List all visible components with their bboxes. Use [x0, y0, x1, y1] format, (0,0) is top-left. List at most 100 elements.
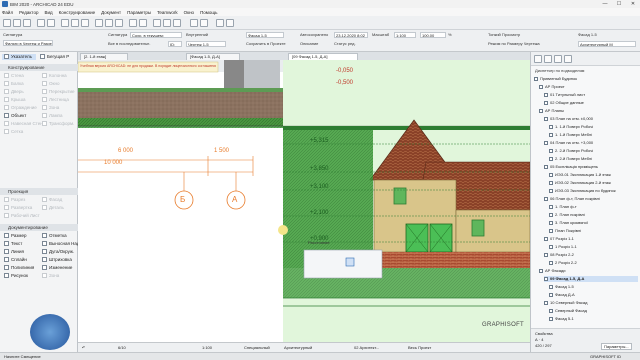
navigator-item[interactable]: ИЭЗ-01 Экспликация 1-й этаж [549, 172, 638, 178]
menu-options[interactable]: Параметры [127, 10, 151, 15]
field-value-3[interactable]: Чертеж 1-5 [186, 41, 226, 47]
field-value-4[interactable]: Фасад 1-5 [246, 32, 284, 38]
tool-0-9[interactable]: Зона [42, 105, 59, 111]
tool-0-13[interactable]: Трансформ. [42, 121, 74, 127]
navigator-item[interactable]: 01 Титульный лист [544, 92, 638, 98]
new-file-icon[interactable] [3, 19, 11, 27]
menu-document[interactable]: Документ [101, 10, 121, 15]
menu-window[interactable]: Окно [184, 10, 194, 15]
navigator-item[interactable]: Фасад 5-1 [549, 316, 638, 322]
undo-icon[interactable]: ↶ [82, 345, 85, 350]
scale-indicator[interactable]: 1:100 [202, 345, 212, 350]
navigator-item[interactable]: 1 Розріз 1-1 [549, 244, 638, 250]
tool-2-0[interactable]: Размер [4, 233, 26, 239]
tool-2-11[interactable]: Зона [42, 273, 59, 279]
3d-view-icon[interactable] [61, 19, 69, 27]
scale-field[interactable]: 1:100 [394, 32, 416, 38]
teamwork-icon[interactable] [190, 19, 198, 27]
navigator-item[interactable]: 07 Розріз 1-1 [544, 236, 638, 242]
view-filter-select[interactable]: Фильтр в Чертеж и Разрезах [3, 40, 53, 46]
navigator-item[interactable]: 2. 2-й Поверх Меблі [549, 156, 638, 162]
navigator-item[interactable]: 1. План ф-т [549, 204, 638, 210]
tab-facade-layout[interactable]: [09 Фасад 1-5, Д-А] [288, 53, 358, 60]
project-map-icon[interactable] [534, 55, 542, 63]
tool-0-11[interactable]: Лампа [42, 113, 63, 119]
navigator-item[interactable]: 02 Общие данные [544, 100, 638, 106]
navigator-item[interactable]: АР Планы [539, 108, 638, 114]
menu-design[interactable]: Конструирование [59, 10, 96, 15]
layers-icon[interactable] [173, 19, 181, 27]
navigator-item[interactable]: Фасад 1-5 [549, 284, 638, 290]
navigator-item[interactable]: ИЭЗ-02 Экспликация 2-й этаж [549, 180, 638, 186]
floor-plan-icon[interactable] [71, 19, 79, 27]
navigator-item[interactable]: Фасад Д-А [549, 292, 638, 298]
menu-teamwork[interactable]: Teamwork [157, 10, 178, 15]
undo-icon[interactable] [37, 19, 45, 27]
tool-2-10[interactable]: Рисунок [4, 273, 28, 279]
tool-0-0[interactable]: Стена [4, 73, 24, 79]
navigator-item[interactable]: АР Проект [539, 84, 638, 90]
tool-0-5[interactable]: Перекрытие [42, 89, 75, 95]
section-document[interactable]: Документирование [0, 224, 78, 231]
navigator-item[interactable]: Северный Фасад [549, 308, 638, 314]
close-button[interactable]: ✕ [626, 0, 640, 8]
maximize-button[interactable]: ☐ [612, 0, 626, 8]
navigator-item[interactable]: 10 Северный Фасад [544, 300, 638, 306]
navigator-item[interactable]: АР Фасади [539, 268, 638, 274]
settings-button[interactable]: Параметры... [601, 343, 632, 350]
save-in-project-checkbox[interactable]: Сохранить в Проекте [246, 41, 286, 46]
navigator-item[interactable]: 03 План на отм. ±0,000 [544, 116, 638, 122]
navigator-item[interactable]: 04 План на отм. +3,000 [544, 140, 638, 146]
marquee-tool[interactable]: Бегущая Р [40, 54, 69, 60]
tool-0-4[interactable]: Дверь [4, 89, 24, 95]
layout-book-icon[interactable] [554, 55, 562, 63]
section-viewpoints[interactable]: Проекция [0, 188, 78, 195]
tool-2-2[interactable]: Текст [4, 241, 22, 247]
navigator-item[interactable]: 2 Розріз 2-2 [549, 260, 638, 266]
publisher-icon[interactable] [564, 55, 572, 63]
navigator-item[interactable]: 1. 1-й Поверх Меблі [549, 132, 638, 138]
zoom-field[interactable]: 100.00 [420, 32, 446, 38]
tool-2-4[interactable]: Линия [4, 249, 24, 255]
tool-0-10[interactable]: Объект [4, 113, 26, 119]
layer-combo-select[interactable]: Специальный [244, 345, 270, 350]
tool-2-5[interactable]: Дуга/Окруж. [42, 249, 74, 255]
navigator-item[interactable]: 08 Розріз 2-2 [544, 252, 638, 258]
tool-2-6[interactable]: Сплайн [4, 257, 27, 263]
tool-0-8[interactable]: Ограждение [4, 105, 37, 111]
model-view-select[interactable]: Архитектурный [284, 345, 312, 350]
zoom-in-icon[interactable] [95, 19, 103, 27]
menu-help[interactable]: Помощь [200, 10, 217, 15]
navigator-item[interactable]: 2. План покрівлі [549, 212, 638, 218]
tool-2-1[interactable]: Отметка [42, 233, 67, 239]
tool-0-7[interactable]: Лестница [42, 97, 69, 103]
grid-snap-icon[interactable] [163, 19, 171, 27]
set-select[interactable]: Весь Проект [408, 345, 431, 350]
tab-floor-1[interactable]: [2. 1-й этаж] [80, 53, 128, 60]
tool-1-4[interactable]: Рабочий Лист [4, 213, 40, 219]
model-view-select[interactable]: Архитектурный М [578, 41, 636, 47]
magic-wand-icon[interactable] [129, 19, 137, 27]
view-map-icon[interactable] [544, 55, 552, 63]
navigator-item[interactable]: 2. 2-й Поверх Робочі [549, 148, 638, 154]
tool-0-2[interactable]: Балка [4, 81, 24, 87]
tool-0-12[interactable]: Навесная Стена [4, 121, 45, 127]
navigator-item[interactable]: 05 Експлікація приміщень [544, 164, 638, 170]
open-file-icon[interactable] [13, 19, 21, 27]
navigator-item[interactable]: Приватный Будинок [534, 76, 638, 82]
menu-view[interactable]: Вид [44, 10, 52, 15]
zoom-out-icon[interactable] [105, 19, 113, 27]
tab-facade[interactable]: [Фасад 1-5, Д-А] [186, 53, 240, 60]
minimize-button[interactable]: — [598, 0, 612, 8]
tool-0-3[interactable]: Окно [42, 81, 59, 87]
menu-file[interactable]: Файл [2, 10, 13, 15]
drawing-canvas[interactable]: Учебная версия ARCHICAD: не для продажи.… [78, 60, 530, 342]
redo-icon[interactable] [47, 19, 55, 27]
renovation-filter[interactable]: 02 Архитект... [354, 345, 379, 350]
snap-icon[interactable] [153, 19, 161, 27]
tool-2-7[interactable]: Штриховка [42, 257, 72, 263]
tool-1-2[interactable]: Развертка [4, 205, 32, 211]
navigator-item[interactable]: 1. 1-й Поверх Робочі [549, 124, 638, 130]
view-map-icon[interactable] [226, 19, 234, 27]
pointer-tool[interactable]: Указатель [2, 54, 36, 60]
